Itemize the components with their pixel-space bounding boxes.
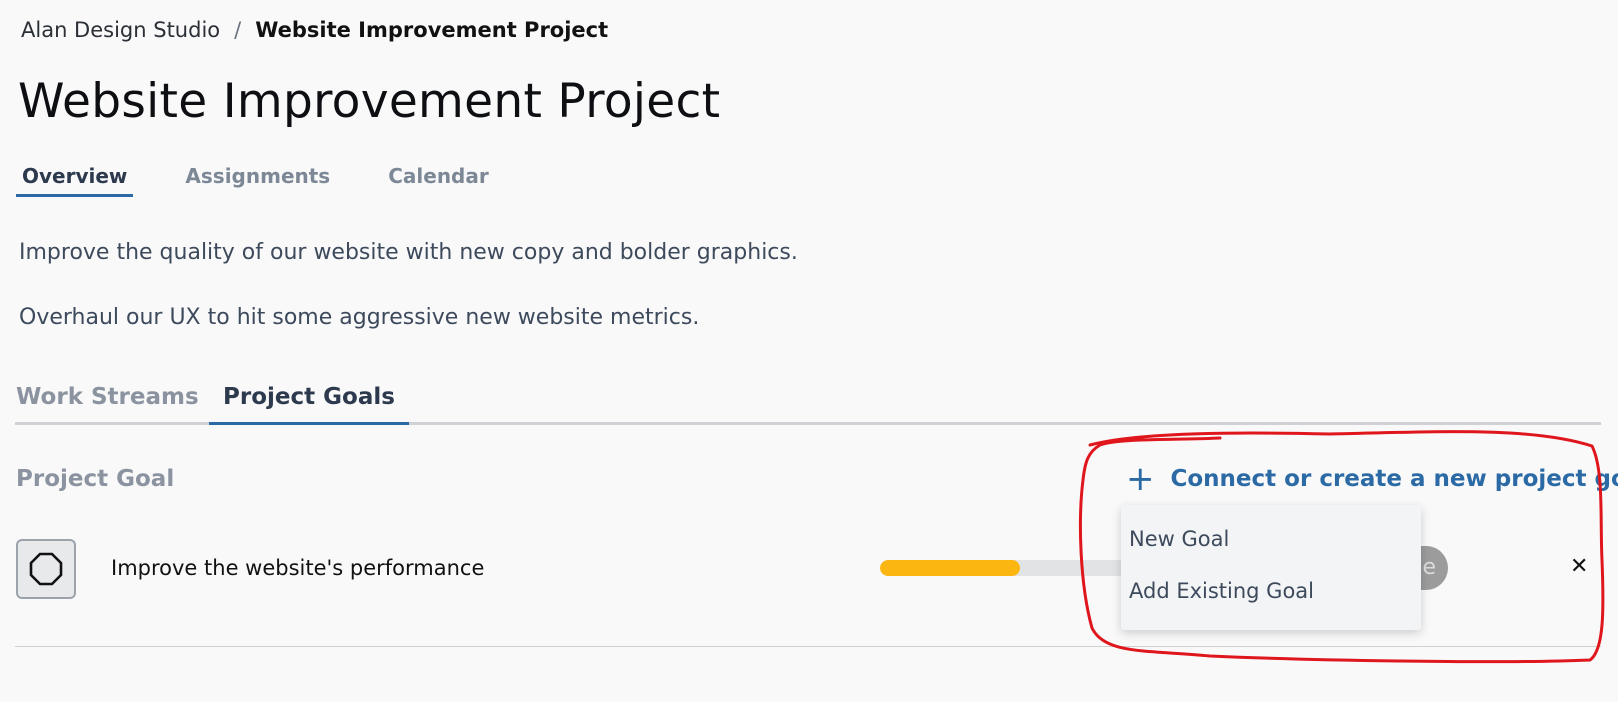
menu-item-new-goal[interactable]: New Goal [1129, 527, 1229, 551]
connect-goal-label: Connect or create a new project goal [1170, 466, 1618, 492]
breadcrumb-separator: / [234, 18, 242, 42]
page: Alan Design Studio / Website Improvement… [0, 0, 1618, 702]
breadcrumb-current: Website Improvement Project [255, 18, 609, 42]
tab-overview[interactable]: Overview [16, 162, 134, 197]
breadcrumb: Alan Design Studio / Website Improvement… [21, 18, 608, 42]
goal-status-icon-button[interactable] [16, 539, 76, 599]
breadcrumb-org-link[interactable]: Alan Design Studio [21, 18, 220, 42]
goal-progress-bar [880, 560, 1160, 576]
menu-item-add-existing-goal[interactable]: Add Existing Goal [1129, 579, 1314, 603]
plus-icon: + [1126, 459, 1155, 499]
goal-dropdown-menu: New Goal Add Existing Goal [1121, 505, 1421, 630]
tab-assignments[interactable]: Assignments [179, 162, 336, 197]
row-divider [15, 646, 1601, 647]
connect-goal-button[interactable]: + Connect or create a new project goal [1126, 462, 1618, 496]
sub-tabs: Work Streams Project Goals [15, 382, 1601, 425]
tab-work-streams[interactable]: Work Streams [16, 382, 199, 422]
page-title: Website Improvement Project [18, 74, 721, 129]
description-line-2: Overhaul our UX to hit some aggressive n… [19, 305, 700, 330]
project-goal-header: Project Goal [16, 466, 175, 492]
remove-goal-button[interactable]: ✕ [1570, 556, 1588, 578]
octagon-icon [29, 552, 63, 586]
tab-project-goals[interactable]: Project Goals [209, 382, 409, 425]
top-tabs: Overview Assignments Calendar [16, 162, 541, 197]
goal-name[interactable]: Improve the website's performance [111, 556, 484, 580]
tab-calendar[interactable]: Calendar [382, 162, 495, 197]
description-line-1: Improve the quality of our website with … [19, 240, 798, 265]
goal-progress-fill [880, 560, 1020, 576]
